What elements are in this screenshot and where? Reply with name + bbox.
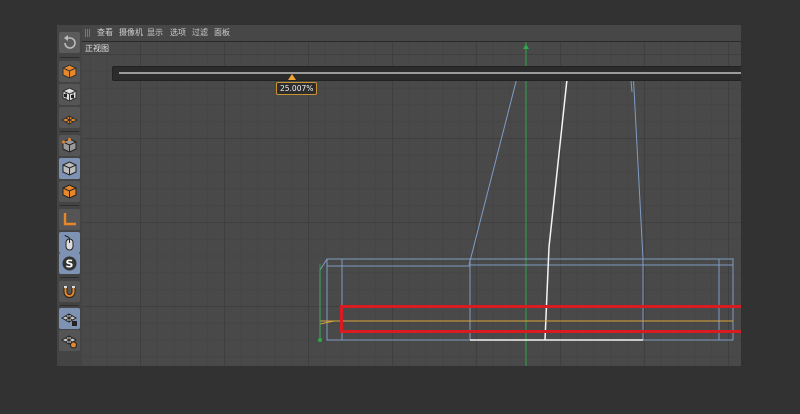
left-toolbar: S	[57, 25, 83, 366]
slider-value-tooltip: 25.007%	[276, 82, 318, 95]
workplane-mode-button[interactable]	[59, 107, 80, 128]
menu-filter[interactable]: 过滤	[192, 27, 208, 38]
slider-thumb[interactable]	[288, 74, 296, 80]
axis-mode-button[interactable]	[59, 209, 80, 230]
undo-icon	[64, 35, 76, 49]
polygons-mode-button[interactable]	[59, 181, 80, 202]
magnet-icon	[63, 286, 76, 298]
selected-spline	[470, 69, 643, 341]
menu-panel[interactable]: 面板	[214, 27, 230, 38]
undo-button[interactable]	[59, 32, 80, 53]
red-highlight-box	[340, 305, 741, 333]
front-viewport[interactable]: 正视图 25.007%	[82, 42, 741, 366]
menu-camera[interactable]: 摄像机	[119, 27, 143, 38]
lock-workplane-button[interactable]	[59, 308, 80, 329]
viewport-menubar: 查看 摄像机 显示 选项 过滤 面板	[82, 25, 741, 42]
points-mode-button[interactable]	[59, 135, 80, 156]
wire-cube-icon	[62, 138, 77, 153]
texture-mode-button[interactable]	[59, 84, 80, 105]
grid-lock-icon	[61, 313, 78, 326]
cube-icon	[62, 64, 77, 79]
mouse-icon	[64, 234, 74, 251]
checker-plane-icon	[61, 115, 78, 125]
drag-grip-icon[interactable]	[85, 29, 91, 37]
workplane-settings-button[interactable]	[59, 330, 80, 351]
model-mode-button[interactable]	[59, 61, 80, 82]
cinema4d-window: S 查看 摄像机 显示 选项 过滤 面板 正视图 25.007%	[57, 25, 741, 366]
menu-display[interactable]: 显示	[147, 27, 163, 38]
orange-cube-icon	[62, 184, 77, 199]
tweak-mode-button[interactable]	[59, 232, 80, 253]
slider-bar[interactable]	[112, 66, 741, 81]
slider-track	[119, 72, 741, 74]
magnet-button[interactable]	[59, 281, 80, 302]
menu-options[interactable]: 选项	[170, 27, 186, 38]
snap-button[interactable]: S	[59, 253, 80, 274]
solid-cube-icon	[62, 161, 77, 176]
svg-text:S: S	[66, 258, 74, 271]
grid-gear-icon	[61, 335, 78, 349]
menu-view[interactable]: 查看	[97, 27, 113, 38]
axis-arrow-icon	[523, 44, 529, 49]
edges-mode-button[interactable]	[59, 158, 80, 179]
checker-cube-icon	[62, 87, 77, 102]
s-icon: S	[62, 256, 77, 271]
axis-icon	[63, 213, 76, 226]
